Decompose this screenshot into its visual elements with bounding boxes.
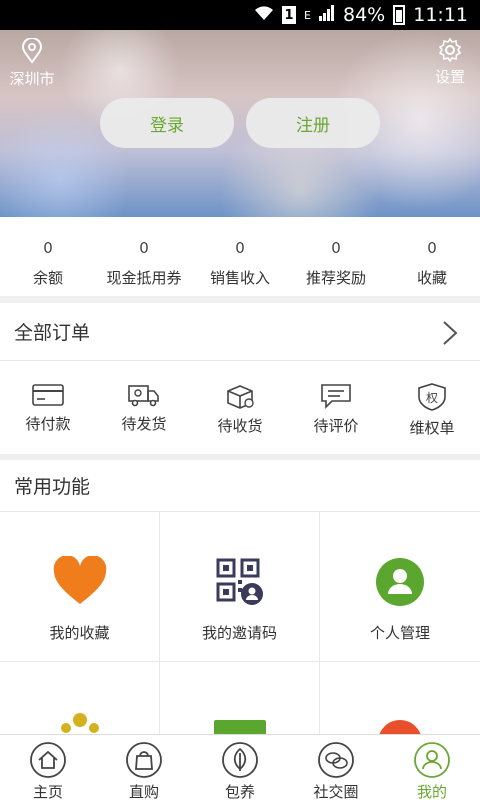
stat-value: 0 [331, 239, 341, 257]
function-cell-partial[interactable] [160, 662, 320, 734]
nav-social[interactable]: 社交圈 [288, 735, 384, 800]
common-functions-title: 常用功能 [0, 460, 480, 512]
card-icon [32, 384, 64, 406]
all-orders-row[interactable]: 全部订单 [0, 303, 480, 361]
function-label: 我的邀请码 [201, 624, 277, 642]
heart-icon [53, 556, 106, 604]
stat-value: 0 [235, 239, 245, 257]
function-label: 我的收藏 [49, 624, 110, 642]
leaf-icon [222, 742, 258, 778]
account-stats: 0 余额 0 现金抵用券 0 销售收入 0 推荐奖励 0 收藏 [0, 217, 480, 296]
location-pin-icon [21, 38, 43, 64]
shield-icon: 权 [418, 383, 446, 411]
function-cell-partial[interactable] [320, 662, 480, 734]
function-cell-partial[interactable] [0, 662, 160, 734]
register-button[interactable]: 注册 [246, 98, 380, 148]
bottom-navigation: 主页 直购 包养 社交圈 我的 [0, 734, 480, 800]
nav-direct-buy[interactable]: 直购 [96, 735, 192, 800]
svg-text:权: 权 [426, 391, 438, 405]
profile-icon [414, 742, 450, 778]
clock: 11:11 [413, 4, 468, 26]
order-label: 待评价 [313, 417, 359, 435]
package-icon [227, 385, 254, 409]
order-pending-payment[interactable]: 待付款 [0, 361, 96, 454]
stat-sales-income[interactable]: 0 销售收入 [192, 217, 288, 296]
order-after-sales[interactable]: 权 维权单 [384, 361, 480, 454]
nav-label: 我的 [416, 783, 447, 800]
order-label: 维权单 [409, 419, 455, 437]
user-icon [376, 558, 424, 606]
people-icon [60, 713, 99, 733]
home-icon [30, 742, 66, 778]
order-label: 待收货 [217, 417, 263, 435]
stat-referral-reward[interactable]: 0 推荐奖励 [288, 217, 384, 296]
order-label: 待发货 [121, 415, 167, 433]
stat-label: 推荐奖励 [305, 269, 366, 287]
bag-icon [126, 742, 162, 778]
settings-label: 设置 [434, 68, 465, 86]
stat-label: 销售收入 [209, 269, 270, 287]
order-pending-review[interactable]: 待评价 [288, 361, 384, 454]
nav-label: 直购 [128, 783, 159, 800]
nav-mine[interactable]: 我的 [384, 735, 480, 800]
green-card-icon [213, 720, 266, 734]
gear-icon [438, 38, 462, 62]
personal-management-button[interactable]: 个人管理 [320, 512, 480, 662]
sim-icon: 1 [282, 6, 297, 24]
qr-code-icon [216, 558, 263, 605]
location-label: 深圳市 [9, 70, 55, 88]
chat-icon [318, 742, 354, 778]
stat-coupons[interactable]: 0 现金抵用券 [96, 217, 192, 296]
wifi-icon [254, 4, 274, 26]
nav-label: 社交圈 [313, 783, 359, 800]
stat-value: 0 [139, 239, 149, 257]
nav-label: 主页 [32, 783, 63, 800]
stat-balance[interactable]: 0 余额 [0, 217, 96, 296]
truck-icon [128, 385, 159, 407]
stat-value: 0 [43, 239, 53, 257]
function-label: 个人管理 [369, 624, 430, 642]
nav-label: 包养 [224, 783, 255, 800]
chevron-right-icon [443, 321, 458, 345]
nav-home[interactable]: 主页 [0, 735, 96, 800]
my-invite-code-button[interactable]: 我的邀请码 [160, 512, 320, 662]
nav-care[interactable]: 包养 [192, 735, 288, 800]
battery-percent: 84% [343, 4, 386, 26]
order-pending-shipment[interactable]: 待发货 [96, 361, 192, 454]
battery-icon [393, 5, 406, 25]
functions-grid: 我的收藏 我的邀请码 个人管理 [0, 512, 480, 734]
order-status-row: 待付款 待发货 待收货 待评价 权 维权单 [0, 361, 480, 454]
stat-value: 0 [427, 239, 437, 257]
comment-icon [321, 384, 351, 409]
order-pending-receipt[interactable]: 待收货 [192, 361, 288, 454]
stat-label: 现金抵用券 [106, 269, 182, 287]
status-bar: 1 E 84% 11:11 [0, 0, 480, 30]
network-type: E [304, 8, 311, 22]
signal-icon [319, 4, 335, 26]
alert-icon [379, 720, 421, 734]
location-selector[interactable]: 深圳市 [8, 38, 56, 89]
stat-label: 余额 [32, 269, 63, 287]
order-label: 待付款 [25, 415, 71, 433]
stat-favorites[interactable]: 0 收藏 [384, 217, 480, 296]
stat-label: 收藏 [416, 269, 447, 287]
settings-button[interactable]: 设置 [428, 38, 472, 87]
profile-header: 深圳市 设置 登录 注册 [0, 30, 480, 217]
my-favorites-button[interactable]: 我的收藏 [0, 512, 160, 662]
all-orders-title: 全部订单 [14, 322, 91, 344]
login-button[interactable]: 登录 [100, 98, 234, 148]
